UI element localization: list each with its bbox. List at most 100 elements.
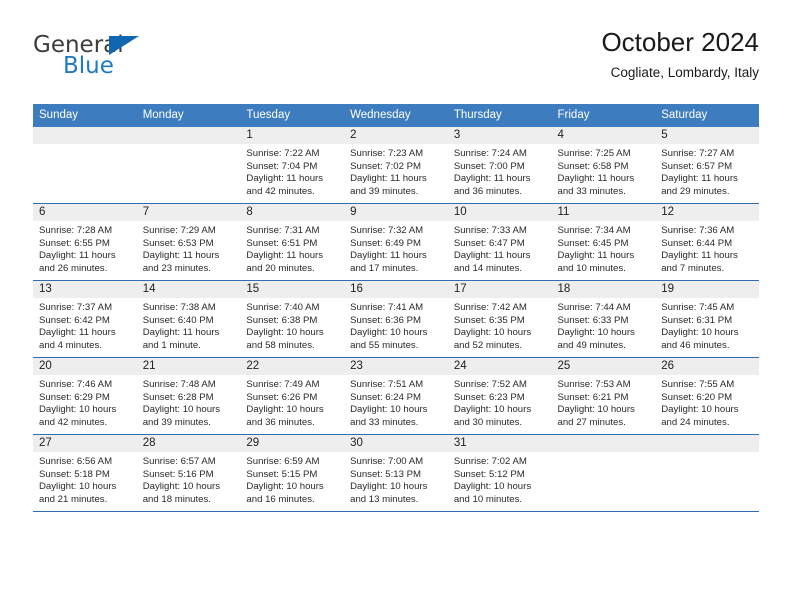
calendar-day-cell[interactable]: 27 Sunrise: 6:56 AM Sunset: 5:18 PM Dayligh… xyxy=(33,434,137,511)
sunset-text: Sunset: 6:35 PM xyxy=(453,314,525,326)
calendar-empty-cell xyxy=(33,127,137,204)
day-details: Sunrise: 7:32 AM Sunset: 6:49 PM Daylight:… xyxy=(344,221,448,275)
day-number: 13 xyxy=(33,281,137,298)
sunset-text: Sunset: 5:18 PM xyxy=(39,468,110,480)
day-number: 10 xyxy=(447,204,552,221)
brand-logo[interactable]: General Blue xyxy=(33,34,233,86)
sunset-text: Sunset: 5:16 PM xyxy=(142,468,214,480)
calendar-day-cell[interactable]: 10 Sunrise: 7:33 AM Sunset: 6:47 PM Dayligh… xyxy=(447,203,552,281)
grid-bottom-rule xyxy=(33,511,759,512)
calendar-day-cell[interactable]: 3 Sunrise: 7:24 AM Sunset: 7:00 PM Daylight… xyxy=(447,127,552,204)
calendar-day-cell[interactable]: 29 Sunrise: 6:59 AM Sunset: 5:15 PM Dayligh… xyxy=(240,434,345,511)
day-cell-inner: 23 Sunrise: 7:51 AM Sunset: 6:24 PM Dayligh… xyxy=(344,358,448,434)
day-number: 23 xyxy=(344,358,448,375)
calendar-day-cell[interactable]: 18 Sunrise: 7:44 AM Sunset: 6:33 PM Dayligh… xyxy=(551,280,656,358)
calendar-day-cell[interactable]: 17 Sunrise: 7:42 AM Sunset: 6:35 PM Dayligh… xyxy=(447,280,552,358)
day-cell-inner: 11 Sunrise: 7:34 AM Sunset: 6:45 PM Dayligh… xyxy=(551,204,656,280)
calendar-day-cell[interactable]: 26 Sunrise: 7:55 AM Sunset: 6:20 PM Dayligh… xyxy=(655,357,759,435)
day-cell-inner: 25 Sunrise: 7:53 AM Sunset: 6:21 PM Dayligh… xyxy=(551,358,656,434)
calendar-day-cell[interactable]: 22 Sunrise: 7:49 AM Sunset: 6:26 PM Dayligh… xyxy=(240,357,345,435)
sunrise-text: Sunrise: 7:55 AM xyxy=(661,379,735,390)
calendar-day-cell[interactable]: 21 Sunrise: 7:48 AM Sunset: 6:28 PM Dayligh… xyxy=(136,357,241,435)
daylight-text-line2: and 36 minutes. xyxy=(453,185,523,197)
calendar-day-cell[interactable]: 14 Sunrise: 7:38 AM Sunset: 6:40 PM Dayligh… xyxy=(136,280,241,358)
daylight-text-line2: and 4 minutes. xyxy=(39,339,102,351)
daylight-text-line2: and 46 minutes. xyxy=(661,339,730,351)
day-details: Sunrise: 7:27 AM Sunset: 6:57 PM Daylight:… xyxy=(655,144,759,198)
day-details: Sunrise: 7:49 AM Sunset: 6:26 PM Daylight:… xyxy=(240,375,344,429)
calendar-day-cell[interactable]: 25 Sunrise: 7:53 AM Sunset: 6:21 PM Dayligh… xyxy=(551,357,656,435)
calendar-day-cell[interactable]: 28 Sunrise: 6:57 AM Sunset: 5:16 PM Dayligh… xyxy=(136,434,241,511)
day-details: Sunrise: 7:42 AM Sunset: 6:35 PM Daylight:… xyxy=(448,298,552,352)
calendar-day-cell[interactable]: 11 Sunrise: 7:34 AM Sunset: 6:45 PM Dayligh… xyxy=(551,203,656,281)
calendar-day-cell[interactable]: 8 Sunrise: 7:31 AM Sunset: 6:51 PM Daylight… xyxy=(240,203,345,281)
daylight-text-line1: Daylight: 10 hours xyxy=(246,327,324,339)
sunset-text: Sunset: 6:53 PM xyxy=(142,237,214,249)
calendar-day-cell[interactable]: 19 Sunrise: 7:45 AM Sunset: 6:31 PM Dayligh… xyxy=(655,280,759,358)
sunrise-text: Sunrise: 7:41 AM xyxy=(350,302,424,313)
calendar-day-cell[interactable]: 6 Sunrise: 7:28 AM Sunset: 6:55 PM Daylight… xyxy=(33,203,137,281)
sunrise-text: Sunrise: 7:49 AM xyxy=(246,379,320,390)
daylight-text-line1: Daylight: 10 hours xyxy=(246,404,324,416)
day-cell-inner: 22 Sunrise: 7:49 AM Sunset: 6:26 PM Dayligh… xyxy=(240,358,345,434)
day-details: Sunrise: 7:33 AM Sunset: 6:47 PM Daylight:… xyxy=(448,221,552,275)
sunrise-text: Sunrise: 7:53 AM xyxy=(557,379,631,390)
sunrise-text: Sunrise: 7:27 AM xyxy=(661,148,735,159)
brand-name-blue: Blue xyxy=(63,53,114,79)
sunset-text: Sunset: 6:57 PM xyxy=(661,160,733,172)
calendar-week-row: 27 Sunrise: 6:56 AM Sunset: 5:18 PM Dayligh… xyxy=(33,434,759,511)
daylight-text-line2: and 14 minutes. xyxy=(453,262,523,274)
calendar-day-cell[interactable]: 2 Sunrise: 7:23 AM Sunset: 7:02 PM Daylight… xyxy=(344,127,448,204)
sunrise-text: Sunrise: 7:29 AM xyxy=(142,225,216,236)
sunset-text: Sunset: 6:24 PM xyxy=(350,391,422,403)
day-details: Sunrise: 7:37 AM Sunset: 6:42 PM Daylight:… xyxy=(33,298,137,352)
daylight-text-line1: Daylight: 10 hours xyxy=(661,327,739,339)
daylight-text-line2: and 18 minutes. xyxy=(142,493,211,505)
day-cell-inner: 17 Sunrise: 7:42 AM Sunset: 6:35 PM Dayligh… xyxy=(447,281,552,357)
day-cell-inner: 28 Sunrise: 6:57 AM Sunset: 5:16 PM Dayligh… xyxy=(136,435,241,511)
calendar-day-cell[interactable]: 15 Sunrise: 7:40 AM Sunset: 6:38 PM Dayligh… xyxy=(240,280,345,358)
day-number: 18 xyxy=(551,281,656,298)
calendar-day-cell[interactable]: 7 Sunrise: 7:29 AM Sunset: 6:53 PM Daylight… xyxy=(136,203,241,281)
calendar-day-cell[interactable]: 16 Sunrise: 7:41 AM Sunset: 6:36 PM Dayligh… xyxy=(344,280,448,358)
daylight-text-line1: Daylight: 11 hours xyxy=(557,173,635,185)
day-details: Sunrise: 7:44 AM Sunset: 6:33 PM Daylight:… xyxy=(552,298,656,352)
calendar-day-cell[interactable]: 4 Sunrise: 7:25 AM Sunset: 6:58 PM Daylight… xyxy=(551,127,656,204)
day-number: 7 xyxy=(136,204,241,221)
calendar-day-cell[interactable]: 9 Sunrise: 7:32 AM Sunset: 6:49 PM Daylight… xyxy=(344,203,448,281)
daylight-text-line1: Daylight: 10 hours xyxy=(661,404,739,416)
day-details: Sunrise: 7:53 AM Sunset: 6:21 PM Daylight:… xyxy=(552,375,656,429)
day-number: 28 xyxy=(136,435,241,452)
daylight-text-line1: Daylight: 10 hours xyxy=(453,327,532,339)
sunrise-text: Sunrise: 7:52 AM xyxy=(453,379,527,390)
day-number: 24 xyxy=(447,358,552,375)
day-cell-inner: 9 Sunrise: 7:32 AM Sunset: 6:49 PM Daylight… xyxy=(344,204,448,280)
day-cell-inner: 19 Sunrise: 7:45 AM Sunset: 6:31 PM Dayligh… xyxy=(655,281,759,357)
calendar-day-cell[interactable]: 31 Sunrise: 7:02 AM Sunset: 5:12 PM Dayligh… xyxy=(447,434,552,511)
calendar-day-cell[interactable]: 1 Sunrise: 7:22 AM Sunset: 7:04 PM Daylight… xyxy=(240,127,345,204)
day-cell-inner xyxy=(136,127,241,203)
daylight-text-line2: and 36 minutes. xyxy=(246,416,315,428)
calendar-day-cell[interactable]: 24 Sunrise: 7:52 AM Sunset: 6:23 PM Dayligh… xyxy=(447,357,552,435)
calendar-day-cell[interactable]: 30 Sunrise: 7:00 AM Sunset: 5:13 PM Dayligh… xyxy=(344,434,448,511)
daylight-text-line1: Daylight: 10 hours xyxy=(39,481,117,493)
sunrise-text: Sunrise: 7:23 AM xyxy=(350,148,424,159)
calendar-day-cell[interactable]: 23 Sunrise: 7:51 AM Sunset: 6:24 PM Dayligh… xyxy=(344,357,448,435)
day-details: Sunrise: 7:24 AM Sunset: 7:00 PM Daylight:… xyxy=(448,144,552,198)
calendar-day-cell[interactable]: 13 Sunrise: 7:37 AM Sunset: 6:42 PM Dayligh… xyxy=(33,280,137,358)
daylight-text-line1: Daylight: 11 hours xyxy=(661,250,738,262)
day-details: Sunrise: 7:25 AM Sunset: 6:58 PM Daylight:… xyxy=(552,144,656,198)
day-number: 30 xyxy=(344,435,448,452)
daylight-text-line1: Daylight: 10 hours xyxy=(246,481,324,493)
title-block: October 2024 Cogliate, Lombardy, Italy xyxy=(601,26,759,81)
daylight-text-line2: and 33 minutes. xyxy=(557,185,626,197)
sunrise-text: Sunrise: 7:44 AM xyxy=(557,302,631,313)
calendar-day-cell[interactable]: 20 Sunrise: 7:46 AM Sunset: 6:29 PM Dayligh… xyxy=(33,357,137,435)
calendar-day-cell[interactable]: 5 Sunrise: 7:27 AM Sunset: 6:57 PM Daylight… xyxy=(655,127,759,204)
day-cell-inner: 16 Sunrise: 7:41 AM Sunset: 6:36 PM Dayligh… xyxy=(344,281,448,357)
day-number: 12 xyxy=(655,204,759,221)
sunrise-text: Sunrise: 6:57 AM xyxy=(142,456,216,467)
daylight-text-line2: and 58 minutes. xyxy=(246,339,315,351)
sunset-text: Sunset: 7:02 PM xyxy=(350,160,422,172)
calendar-day-cell[interactable]: 12 Sunrise: 7:36 AM Sunset: 6:44 PM Dayligh… xyxy=(655,203,759,281)
